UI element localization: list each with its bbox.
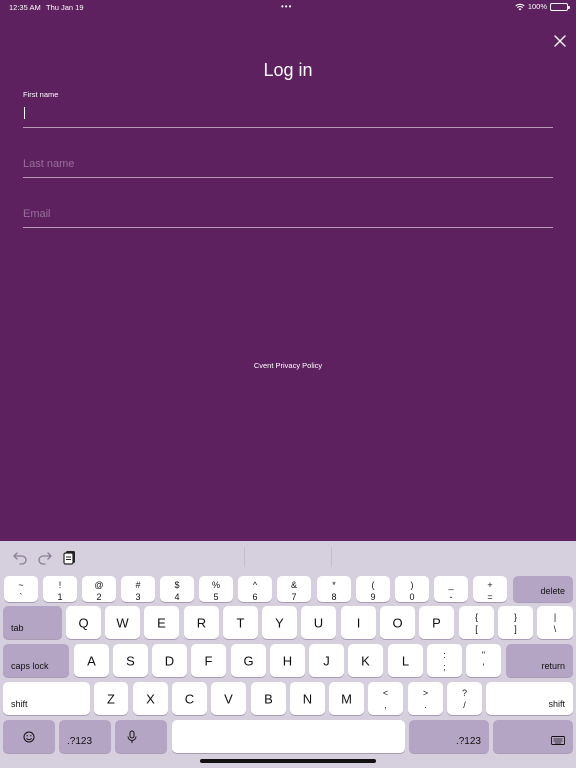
key-d[interactable]: D bbox=[152, 644, 187, 677]
key-g[interactable]: G bbox=[231, 644, 266, 677]
last-name-field-group bbox=[23, 150, 553, 178]
key-6[interactable]: ^ 6 bbox=[238, 576, 272, 602]
caps-lock-key[interactable]: caps lock bbox=[3, 644, 69, 677]
dictation-key[interactable] bbox=[115, 720, 167, 753]
numbers-key-right[interactable]: .?123 bbox=[409, 720, 489, 753]
key-z[interactable]: Z bbox=[94, 682, 128, 715]
key-t[interactable]: T bbox=[223, 606, 258, 639]
page-title: Log in bbox=[263, 60, 313, 80]
key-minus[interactable]: _ - bbox=[434, 576, 468, 602]
key-period[interactable]: >. bbox=[408, 682, 443, 715]
key-o[interactable]: O bbox=[380, 606, 415, 639]
key-x[interactable]: X bbox=[133, 682, 168, 715]
return-key[interactable]: return bbox=[506, 644, 573, 677]
key-equals[interactable]: + = bbox=[473, 576, 507, 602]
key-y[interactable]: Y bbox=[262, 606, 297, 639]
numbers-key-left[interactable]: .?123 bbox=[59, 720, 111, 753]
wifi-icon bbox=[515, 3, 525, 10]
key-h[interactable]: H bbox=[270, 644, 305, 677]
key-1[interactable]: ! 1 bbox=[43, 576, 77, 602]
onscreen-keyboard: ~ ` ! 1 @2 #3 $4 % 5 ^ 6 & 7 * 8 (9 ) 0 _ - + = d… bbox=[0, 541, 576, 768]
key-s[interactable]: S bbox=[113, 644, 148, 677]
key-semicolon[interactable]: :; bbox=[427, 644, 462, 677]
key-w[interactable]: W bbox=[105, 606, 140, 639]
status-time: 12:35 AM bbox=[9, 3, 41, 12]
text-caret bbox=[24, 107, 25, 119]
close-icon[interactable] bbox=[553, 34, 567, 48]
key-backslash[interactable]: | \ bbox=[537, 606, 573, 639]
key-n[interactable]: N bbox=[290, 682, 325, 715]
key-7[interactable]: & 7 bbox=[277, 576, 311, 602]
keyboard-toolbar bbox=[0, 541, 576, 573]
key-2[interactable]: @2 bbox=[82, 576, 116, 602]
multitasking-dots[interactable]: ••• bbox=[281, 2, 292, 11]
first-name-label: First name bbox=[23, 90, 59, 99]
key-3[interactable]: #3 bbox=[121, 576, 155, 602]
key-4[interactable]: $4 bbox=[160, 576, 194, 602]
key-b[interactable]: B bbox=[251, 682, 286, 715]
first-name-input[interactable] bbox=[23, 100, 553, 127]
key-c[interactable]: C bbox=[172, 682, 207, 715]
key-right-bracket[interactable]: }] bbox=[498, 606, 533, 639]
key-8[interactable]: * 8 bbox=[317, 576, 351, 602]
key-r[interactable]: R bbox=[184, 606, 219, 639]
first-name-field-group: First name bbox=[23, 90, 553, 128]
home-indicator[interactable] bbox=[200, 759, 376, 763]
first-name-field-container bbox=[23, 100, 553, 128]
emoji-icon bbox=[23, 731, 35, 742]
undo-icon[interactable] bbox=[12, 549, 28, 565]
key-quote[interactable]: " ' bbox=[466, 644, 501, 677]
toolbar-divider bbox=[244, 547, 245, 567]
key-e[interactable]: E bbox=[144, 606, 179, 639]
shift-key-left[interactable]: shift bbox=[3, 682, 90, 715]
key-9[interactable]: (9 bbox=[356, 576, 390, 602]
key-l[interactable]: L bbox=[388, 644, 423, 677]
toolbar-divider bbox=[331, 547, 332, 567]
last-name-input[interactable] bbox=[23, 150, 553, 177]
key-m[interactable]: M bbox=[329, 682, 364, 715]
last-name-field-container bbox=[23, 150, 553, 178]
keyboard-hide-icon bbox=[551, 736, 565, 745]
email-field-group bbox=[23, 200, 553, 228]
key-u[interactable]: U bbox=[301, 606, 336, 639]
tab-key[interactable]: tab bbox=[3, 606, 62, 639]
redo-icon[interactable] bbox=[37, 549, 53, 565]
hide-keyboard-key[interactable] bbox=[493, 720, 573, 753]
key-left-bracket[interactable]: {[ bbox=[459, 606, 494, 639]
battery-percent: 100% bbox=[527, 2, 547, 11]
key-k[interactable]: K bbox=[348, 644, 383, 677]
key-v[interactable]: V bbox=[211, 682, 246, 715]
shift-key-right[interactable]: shift bbox=[486, 682, 573, 715]
status-bar: 12:35 AM Thu Jan 19 ••• 100% bbox=[0, 0, 576, 14]
key-0[interactable]: ) 0 bbox=[395, 576, 429, 602]
paste-icon[interactable] bbox=[62, 549, 78, 565]
key-i[interactable]: I bbox=[341, 606, 376, 639]
key-backtick[interactable]: ~ ` bbox=[4, 576, 38, 602]
email-field-container bbox=[23, 200, 553, 228]
delete-key[interactable]: delete bbox=[513, 576, 573, 602]
status-right: 100% bbox=[515, 2, 570, 11]
key-j[interactable]: J bbox=[309, 644, 344, 677]
key-5[interactable]: % 5 bbox=[199, 576, 233, 602]
emoji-key[interactable] bbox=[3, 720, 55, 753]
key-q[interactable]: Q bbox=[66, 606, 101, 639]
key-comma[interactable]: <, bbox=[368, 682, 403, 715]
key-p[interactable]: P bbox=[419, 606, 454, 639]
email-input[interactable] bbox=[23, 200, 553, 227]
privacy-policy-link[interactable]: Cvent Privacy Policy bbox=[0, 361, 576, 370]
battery-icon bbox=[550, 2, 570, 11]
key-a[interactable]: A bbox=[74, 644, 109, 677]
key-slash[interactable]: ? / bbox=[447, 682, 482, 715]
status-date: Thu Jan 19 bbox=[46, 3, 84, 12]
key-f[interactable]: F bbox=[191, 644, 226, 677]
space-bar[interactable] bbox=[172, 720, 405, 753]
microphone-icon bbox=[127, 730, 137, 743]
